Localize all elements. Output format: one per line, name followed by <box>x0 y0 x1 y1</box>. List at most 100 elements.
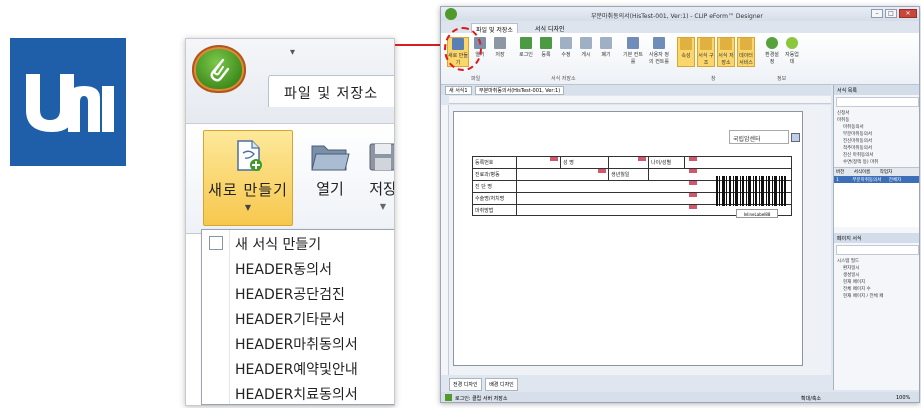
mini-data-service-button[interactable]: 데이터 서비스 <box>737 37 755 67</box>
tab-foreground-design[interactable]: 전경 디자인 <box>449 378 482 391</box>
mini-form-structure-button[interactable]: 서식 구조 <box>697 37 715 67</box>
folder-icon <box>311 145 350 171</box>
table-cell[interactable]: 진료과/병동 <box>473 169 517 180</box>
menu-item-header-anesthesia[interactable]: HEADER마취동의서 <box>202 330 394 355</box>
mini-settings-button[interactable]: 환경설정 <box>763 37 781 67</box>
minimize-button[interactable]: – <box>871 9 883 18</box>
tree-item[interactable]: 신청서 <box>837 110 918 117</box>
mini-login-label: 로그인 <box>519 52 533 58</box>
tree-item[interactable]: 시스템 필드 <box>837 258 918 265</box>
table-cell[interactable] <box>517 193 699 204</box>
doc-tab-new-form[interactable]: 새 서식1 <box>445 86 472 95</box>
barcode-caption-label[interactable]: InlineLabel88 <box>736 209 778 218</box>
tree-item[interactable]: 진신 마취동의서 <box>837 152 918 159</box>
tree-item[interactable]: 수면(정맥 등) 마취 <box>837 159 918 166</box>
quick-access-dropdown[interactable]: ▾ <box>290 47 295 58</box>
table-cell[interactable]: 마취방법 <box>473 205 517 215</box>
window-controls: – □ ✕ <box>871 9 917 18</box>
mini-publish-button[interactable]: 게시 <box>577 37 595 67</box>
new-button-label: 새로 만들기 <box>208 181 288 199</box>
column-header: 작업자 <box>879 170 893 175</box>
table-cell[interactable] <box>649 169 699 180</box>
zoom-percent[interactable]: 100% <box>896 395 910 401</box>
new-button[interactable]: 새로 만들기 ▼ <box>203 130 293 226</box>
mini-auto-update-button[interactable]: 자동업데 <box>783 37 801 67</box>
chevron-down-icon: ▼ <box>379 202 387 211</box>
open-button[interactable]: 열기 <box>300 130 360 226</box>
menu-item-header-treatment[interactable]: HEADER치료동의서 <box>202 380 394 405</box>
side-panel: 서식 목록 신청서 마취동 마취동의서 부분마취동의서 전신마취동의서 척추마취… <box>833 85 919 390</box>
menu-item-label: HEADER동의서 <box>235 262 332 278</box>
table-cell: 1 <box>836 178 839 183</box>
ribbon-body: 새로 만들기 ▼ 열기 저장 ▼ <box>186 124 394 234</box>
tree-item[interactable]: 척추마취동의서 <box>837 145 918 152</box>
tab-file-and-storage[interactable]: 파일 및 저장소 <box>268 75 394 107</box>
mini-form-storage-button[interactable]: 서식 저장소 <box>717 37 735 67</box>
tree-item[interactable]: 환자일시 <box>837 265 918 272</box>
mini-custom-control-button[interactable]: 사용자 정의 컨트롤 <box>647 37 671 67</box>
menu-item-new-form[interactable]: 새 서식 만들기 <box>202 230 394 255</box>
mini-discard-button[interactable]: 폐기 <box>597 37 615 67</box>
mini-save-button[interactable]: 저장 <box>491 37 509 67</box>
table-cell[interactable]: 나이/성별 <box>649 157 685 168</box>
doc-tab-anesthesia-form[interactable]: 부분마취동의서(HisTest-001, Ver:1) <box>475 86 565 95</box>
menu-item-label: HEADER기타문서 <box>235 312 345 328</box>
page-field-tree: 시스템 필드 환자일시 생성일시 현재 페이지 전체 페이지 수 현재 페이지 … <box>834 257 919 301</box>
tab-background-design[interactable]: 배경 디자인 <box>485 378 518 391</box>
color-swatch-icon <box>791 133 800 142</box>
table-cell[interactable] <box>685 157 699 168</box>
window-title: 부분마취동의서(HisTest-001, Ver:1) - CLIP eForm… <box>591 13 763 20</box>
mini-data-service-label: 데이터 서비스 <box>739 53 753 66</box>
table-cell[interactable] <box>517 205 699 215</box>
logo-w-icon <box>26 74 114 132</box>
mini-register-button[interactable]: 등록 <box>537 37 555 67</box>
mini-custom-control-label: 사용자 정의 컨트롤 <box>649 52 669 65</box>
paperclip-icon <box>210 58 230 82</box>
mini-properties-button[interactable]: 속성 <box>677 37 695 67</box>
table-cell[interactable]: 성 명 <box>561 157 609 168</box>
save-button-label: 저장 <box>369 180 395 198</box>
form-page[interactable]: 국립암센터 등록번호 성 명 나이/성별 진료과/병동 생년월일 진 단 명 수… <box>453 111 803 366</box>
new-document-icon <box>237 140 262 171</box>
table-cell[interactable]: 등록번호 <box>473 157 517 168</box>
table-cell[interactable]: 생년월일 <box>609 169 649 180</box>
status-icon <box>445 394 452 401</box>
blank-document-icon <box>209 236 223 250</box>
menu-item-header-other[interactable]: HEADER기타문서 <box>202 305 394 330</box>
barcode-icon[interactable] <box>716 176 786 206</box>
column-header: 서식이름 <box>853 170 871 175</box>
tree-item[interactable]: 마취동 <box>837 117 918 124</box>
tree-item[interactable]: 전신마취동의서 <box>837 138 918 145</box>
tree-item[interactable]: 마취동의서 <box>837 124 918 131</box>
application-button[interactable] <box>192 45 246 93</box>
table-row[interactable]: 1 부분마취동의서 전체자 <box>834 176 919 183</box>
side-panel-search-input[interactable] <box>836 97 919 107</box>
mini-edit-button[interactable]: 수정 <box>557 37 575 67</box>
table-cell[interactable]: 진 단 명 <box>473 181 517 192</box>
menu-item-header-checkup[interactable]: HEADER공단검진 <box>202 280 394 305</box>
menu-item-header-reservation[interactable]: HEADER예약및안내 <box>202 355 394 380</box>
hospital-logo-label[interactable]: 국립암센터 <box>729 130 800 144</box>
table-cell[interactable] <box>517 169 609 180</box>
maximize-button[interactable]: □ <box>885 9 897 18</box>
tree-item[interactable]: 생성일시 <box>837 272 918 279</box>
menu-item-header-consent[interactable]: HEADER동의서 <box>202 255 394 280</box>
side-panel2-search-input[interactable] <box>836 245 919 255</box>
table-cell[interactable] <box>609 157 649 168</box>
tree-item[interactable]: 현재 페이지 <box>837 279 918 286</box>
table-cell[interactable] <box>517 181 699 192</box>
mini-login-button[interactable]: 로그인 <box>517 37 535 67</box>
menu-item-label: HEADER치료동의서 <box>235 387 358 403</box>
mini-ribbon: 새로 만들기 열기 저장 로그인 등록 수정 게시 폐기 기본 컨트롤 사용자 … <box>441 33 919 85</box>
app-orb-icon[interactable] <box>445 8 457 20</box>
mini-basic-control-button[interactable]: 기본 컨트롤 <box>623 37 643 67</box>
table-cell[interactable]: 수술명/처치명 <box>473 193 517 204</box>
tree-item[interactable]: 현재 페이지 / 전체 페 <box>837 293 918 300</box>
table-cell[interactable] <box>517 157 561 168</box>
tree-item[interactable]: 전체 페이지 수 <box>837 286 918 293</box>
tree-item[interactable]: 부분마취동의서 <box>837 131 918 138</box>
design-layer-tabs: 전경 디자인 배경 디자인 <box>449 378 520 391</box>
app-logo <box>10 38 126 166</box>
close-button[interactable]: ✕ <box>899 9 917 18</box>
save-button[interactable]: 저장 ▼ <box>358 130 395 226</box>
